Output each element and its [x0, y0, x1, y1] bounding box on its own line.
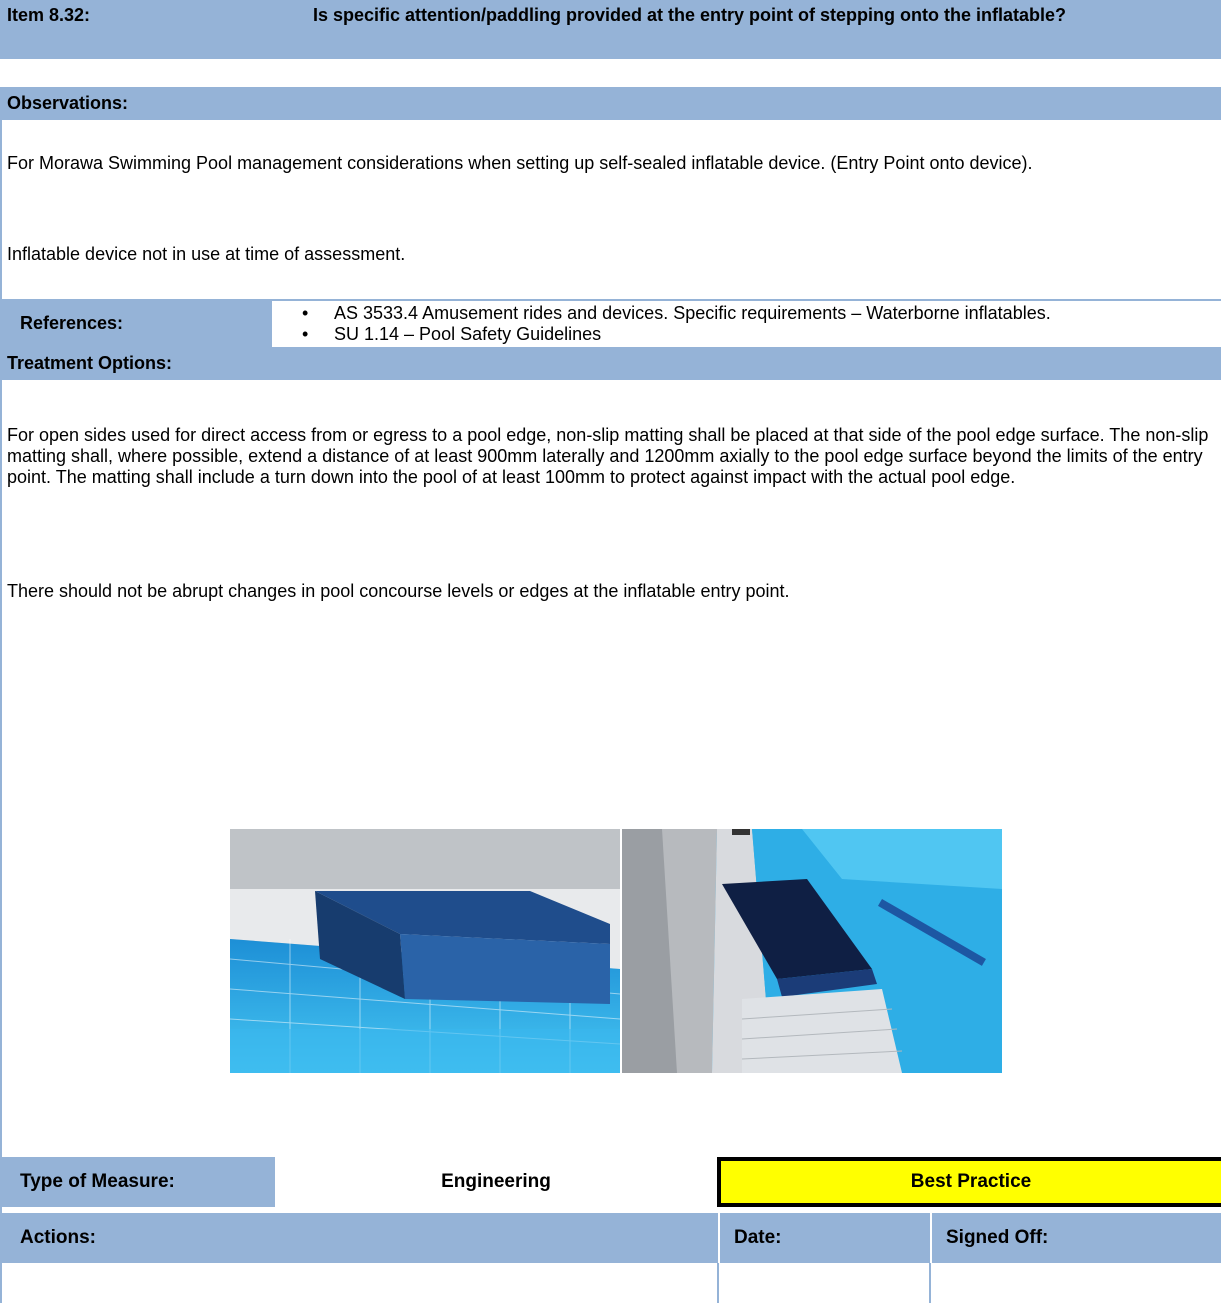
- signed-off-entry-field[interactable]: [932, 1263, 1221, 1303]
- assessment-page: Item 8.32: Is specific attention/paddlin…: [0, 0, 1221, 1303]
- references-heading: References:: [20, 313, 124, 333]
- measure-value: Engineering: [441, 1171, 551, 1192]
- item-number: Item 8.32:: [7, 5, 91, 25]
- observations-heading: Observations:: [7, 93, 129, 113]
- reference-item: AS 3533.4 Amusement rides and devices. S…: [300, 303, 1200, 324]
- entry-point-matting-image: [622, 829, 1002, 1073]
- action-entry-field[interactable]: [2, 1263, 716, 1303]
- actions-entry-divider: [929, 1263, 931, 1303]
- treatment-text: For open sides used for direct access fr…: [7, 425, 1209, 487]
- pool-edge-matting-photo: [230, 829, 620, 1073]
- signed-off-label: Signed Off:: [946, 1227, 1049, 1248]
- actions-divider: [718, 1213, 720, 1263]
- observation-text: Inflatable device not in use at time of …: [7, 244, 406, 264]
- measure-category: Best Practice: [910, 1171, 1032, 1192]
- measure-value-cell: Engineering: [275, 1157, 717, 1207]
- treatment-text: There should not be abrupt changes in po…: [7, 581, 790, 601]
- type-of-measure-row: Type of Measure: Engineering Best Practi…: [0, 1157, 1221, 1207]
- measure-label: Type of Measure:: [20, 1171, 175, 1192]
- references-top-rule: [272, 299, 1221, 301]
- reference-item: SU 1.14 – Pool Safety Guidelines: [300, 324, 1200, 345]
- measure-category-cell: Best Practice: [717, 1157, 1221, 1207]
- treatment-header: [0, 347, 1221, 380]
- entry-point-matting-photo: [622, 829, 1002, 1073]
- item-question: Is specific attention/paddling provided …: [313, 5, 1067, 25]
- actions-divider: [930, 1213, 932, 1263]
- measure-label-cell: Type of Measure:: [0, 1157, 275, 1207]
- date-entry-field[interactable]: [720, 1263, 928, 1303]
- actions-label: Actions:: [20, 1227, 96, 1248]
- actions-entry-divider: [717, 1263, 719, 1303]
- observations-header: [0, 87, 1221, 120]
- left-border: [0, 120, 2, 1303]
- treatment-heading: Treatment Options:: [7, 353, 173, 373]
- pool-edge-matting-image: [230, 829, 620, 1073]
- date-label: Date:: [734, 1227, 782, 1248]
- observation-text: For Morawa Swimming Pool management cons…: [7, 153, 1033, 173]
- references-list: AS 3533.4 Amusement rides and devices. S…: [300, 303, 1200, 345]
